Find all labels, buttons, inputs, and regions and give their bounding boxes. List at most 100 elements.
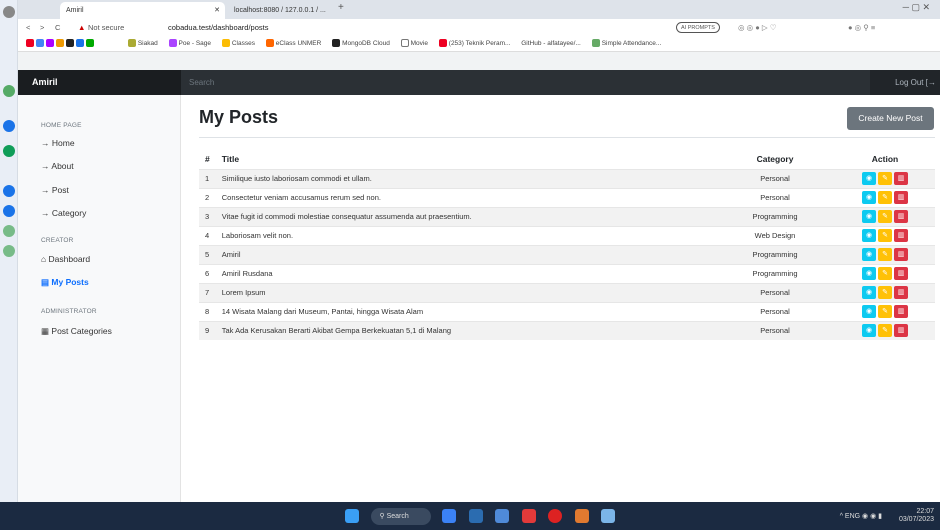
eye-icon: ◉ <box>865 232 873 239</box>
taskbar-search[interactable]: ⚲ Search <box>370 507 431 525</box>
browser-logo-icon[interactable] <box>3 6 15 18</box>
column-category: Category <box>756 153 794 164</box>
sidebar-item-about[interactable]: → About <box>41 161 74 171</box>
sidebar-app-icon[interactable] <box>3 185 15 197</box>
view-button[interactable]: ◉ <box>862 267 876 280</box>
windows-start-icon[interactable] <box>345 509 359 523</box>
view-button[interactable]: ◉ <box>862 286 876 299</box>
bookmark[interactable]: Siakad <box>127 36 158 51</box>
ai-prompts-button[interactable]: AI PROMPTS <box>676 22 720 33</box>
table-row: 6 Amiril Rusdana Programming ◉ ✎ ▥ <box>199 263 935 283</box>
delete-button[interactable]: ▥ <box>894 191 908 204</box>
sidebar-app-icon[interactable] <box>3 85 15 97</box>
sidebar-item-category[interactable]: → Category <box>41 208 86 218</box>
taskbar-app-icon[interactable] <box>468 509 483 523</box>
column-action: Action <box>871 153 899 164</box>
delete-button[interactable]: ▥ <box>894 324 908 338</box>
taskbar-app-icon[interactable] <box>442 509 457 523</box>
bookmark[interactable]: Movie <box>400 36 428 51</box>
edit-button[interactable]: ✎ <box>878 267 892 280</box>
extensions-icon[interactable]: ◎ ◎ ● ▷ ♡ <box>738 19 776 36</box>
taskbar-app-icon[interactable] <box>548 509 563 523</box>
bookmark[interactable]: GitHub - alfatayee/... <box>521 36 581 51</box>
post-title: Laboriosam velit non. <box>215 225 715 245</box>
clock[interactable]: 22:07 03/07/2023 <box>899 508 934 524</box>
bookmark[interactable]: (253) Teknik Peram... <box>438 36 510 51</box>
trash-icon: ▥ <box>897 251 905 258</box>
new-tab-button[interactable]: + <box>338 2 344 13</box>
taskbar-app-icon[interactable] <box>574 509 589 523</box>
delete-button[interactable]: ▥ <box>894 305 908 318</box>
sidebar-app-icon[interactable] <box>3 120 15 132</box>
delete-button[interactable]: ▥ <box>894 229 908 242</box>
sidebar-item-post-categories[interactable]: ▦ Post Categories <box>41 326 112 337</box>
forward-icon[interactable]: > <box>40 19 44 36</box>
close-icon[interactable]: ✕ <box>214 2 220 19</box>
edit-button[interactable]: ✎ <box>878 210 892 223</box>
edit-icon: ✎ <box>882 194 888 201</box>
edit-button[interactable]: ✎ <box>878 248 892 261</box>
delete-button[interactable]: ▥ <box>894 210 908 223</box>
logout-button[interactable]: Log Out [→ <box>895 70 936 95</box>
address-bar[interactable]: cobadua.test/dashboard/posts <box>168 19 269 36</box>
profile-icon[interactable]: ● ◎ ⚲ ≡ <box>848 19 875 36</box>
delete-button[interactable]: ▥ <box>894 286 908 299</box>
delete-button[interactable]: ▥ <box>894 248 908 261</box>
gear-icon[interactable] <box>3 245 15 257</box>
page-title: My Posts <box>199 107 279 127</box>
post-title: Tak Ada Kerusakan Berarti Akibat Gempa B… <box>215 320 715 340</box>
arrow-right-icon: → <box>41 208 50 218</box>
sidebar-item-home[interactable]: → Home <box>41 138 75 148</box>
sidebar-app-icon[interactable] <box>3 205 15 217</box>
edit-button[interactable]: ✎ <box>878 172 892 185</box>
trash-icon: ▥ <box>897 327 905 335</box>
sidebar-item-my-posts[interactable]: ▤ My Posts <box>41 277 89 288</box>
edit-button[interactable]: ✎ <box>878 324 892 338</box>
sidebar-item-post[interactable]: → Post <box>41 185 69 195</box>
view-button[interactable]: ◉ <box>862 210 876 223</box>
bookmark[interactable]: MongoDB Cloud <box>332 36 390 51</box>
heart-icon[interactable] <box>3 225 15 237</box>
view-button[interactable]: ◉ <box>862 229 876 242</box>
taskbar-app-icon[interactable] <box>601 509 616 523</box>
reload-icon[interactable]: C <box>55 19 60 36</box>
delete-button[interactable]: ▥ <box>894 267 908 280</box>
view-button[interactable]: ◉ <box>862 172 876 185</box>
view-button[interactable]: ◉ <box>862 191 876 204</box>
edit-button[interactable]: ✎ <box>878 286 892 299</box>
post-title: Consectetur veniam accusamus rerum sed n… <box>215 187 715 207</box>
bookmark[interactable]: Simple Attendance... <box>591 36 661 51</box>
back-icon[interactable]: < <box>26 19 30 36</box>
sidebar-app-icon[interactable] <box>3 145 15 157</box>
brand-logo[interactable]: Amiril <box>18 70 181 95</box>
system-tray[interactable]: ^ ENG ◉ ◉ ▮ <box>840 512 882 520</box>
taskbar-app-icon[interactable] <box>521 509 536 523</box>
taskbar-app-icon[interactable] <box>495 509 510 523</box>
tab-amiril[interactable]: Amiril ✕ <box>60 2 225 19</box>
search-input[interactable]: Search <box>181 70 870 95</box>
security-label[interactable]: Not secure <box>88 19 124 36</box>
bookmark[interactable]: Poe - Sage <box>168 36 211 51</box>
window-controls[interactable]: ─ ▢ ✕ <box>903 2 930 13</box>
edit-button[interactable]: ✎ <box>878 191 892 204</box>
view-button[interactable]: ◉ <box>862 324 876 338</box>
os-taskbar: ⚲ Search ^ ENG ◉ ◉ ▮ 22:07 03/07/2023 <box>0 502 940 530</box>
bookmark[interactable]: Classes <box>221 36 255 51</box>
bookmark[interactable]: eClass UNMER <box>265 36 321 51</box>
taskbar-apps: ⚲ Search <box>340 507 620 525</box>
sidebar-item-dashboard[interactable]: ⌂ Dashboard <box>41 254 90 264</box>
table-row: 5 Amiril Programming ◉ ✎ ▥ <box>199 244 935 264</box>
edit-icon: ✎ <box>882 213 888 220</box>
edit-icon: ✎ <box>882 175 888 182</box>
create-new-post-button[interactable]: Create New Post <box>847 107 934 130</box>
delete-button[interactable]: ▥ <box>894 172 908 185</box>
view-button[interactable]: ◉ <box>862 305 876 318</box>
view-button[interactable]: ◉ <box>862 248 876 261</box>
bookmark-icons[interactable] <box>26 36 126 51</box>
edit-icon: ✎ <box>882 232 888 239</box>
edit-icon: ✎ <box>882 270 888 277</box>
tab-phpmyadmin[interactable]: localhost:8080 / 127.0.0.1 / ... <box>228 2 333 19</box>
edit-button[interactable]: ✎ <box>878 229 892 242</box>
edit-button[interactable]: ✎ <box>878 305 892 318</box>
post-actions: ◉ ✎ ▥ <box>835 168 935 188</box>
